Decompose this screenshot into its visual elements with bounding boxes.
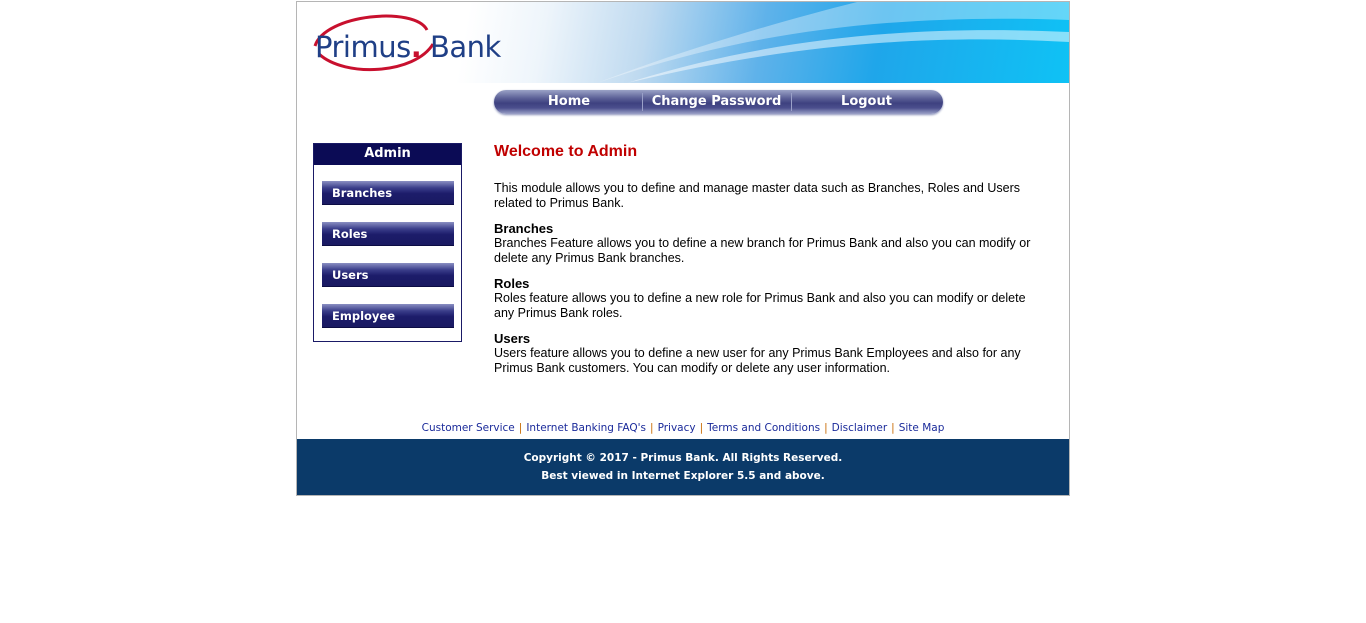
primus-bank-logo[interactable]: Primus. Bank xyxy=(305,8,515,78)
nav-change-password-link[interactable]: Change Password xyxy=(644,90,789,114)
admin-sidebar: Admin Branches Roles Users Employee xyxy=(313,143,462,342)
main-content: Welcome to Admin This module allows you … xyxy=(494,142,1034,376)
intro-text: This module allows you to define and man… xyxy=(494,181,1020,210)
logo-text: Primus. Bank xyxy=(315,30,501,64)
section-text: Roles feature allows you to define a new… xyxy=(494,291,1026,320)
branches-section: Branches Branches Feature allows you to … xyxy=(494,221,1034,266)
nav-divider xyxy=(791,93,792,111)
sidebar-employee-button[interactable]: Employee xyxy=(322,304,454,328)
sidebar-branches-button[interactable]: Branches xyxy=(322,181,454,205)
nav-divider xyxy=(642,93,643,111)
disclaimer-link[interactable]: Disclaimer xyxy=(832,422,888,434)
link-separator: | xyxy=(699,422,704,434)
section-text: Users feature allows you to define a new… xyxy=(494,346,1021,375)
site-map-link[interactable]: Site Map xyxy=(899,422,945,434)
faq-link[interactable]: Internet Banking FAQ's xyxy=(526,422,646,434)
copyright-text: Copyright © 2017 - Primus Bank. All Righ… xyxy=(523,452,843,464)
header-banner: Primus. Bank xyxy=(297,2,1069,83)
top-navigation: Home Change Password Logout xyxy=(494,90,943,114)
roles-section: Roles Roles feature allows you to define… xyxy=(494,276,1034,321)
page-frame: Primus. Bank Home Change Password Logout… xyxy=(296,1,1070,496)
link-separator: | xyxy=(824,422,828,434)
privacy-link[interactable]: Privacy xyxy=(658,422,696,434)
link-separator: | xyxy=(650,422,654,434)
section-heading: Branches xyxy=(494,221,554,236)
terms-link[interactable]: Terms and Conditions xyxy=(707,422,820,434)
users-section: Users Users feature allows you to define… xyxy=(494,331,1034,376)
nav-logout-link[interactable]: Logout xyxy=(794,90,939,114)
nav-home-link[interactable]: Home xyxy=(504,90,634,114)
sidebar-roles-button[interactable]: Roles xyxy=(322,222,454,246)
best-viewed-text: Best viewed in Internet Explorer 5.5 and… xyxy=(541,470,825,482)
footer-bar: Copyright © 2017 - Primus Bank. All Righ… xyxy=(297,439,1069,495)
customer-service-link[interactable]: Customer Service xyxy=(422,422,515,434)
sidebar-title: Admin xyxy=(314,144,461,165)
section-heading: Users xyxy=(494,331,531,346)
footer-links: Customer Service | Internet Banking FAQ's |… xyxy=(297,422,1069,434)
page-title: Welcome to Admin xyxy=(494,143,638,160)
link-separator: | xyxy=(891,422,895,434)
link-separator: | xyxy=(518,422,523,434)
section-heading: Roles xyxy=(494,276,530,291)
section-text: Branches Feature allows you to define a … xyxy=(494,236,1031,265)
sidebar-users-button[interactable]: Users xyxy=(322,263,454,287)
